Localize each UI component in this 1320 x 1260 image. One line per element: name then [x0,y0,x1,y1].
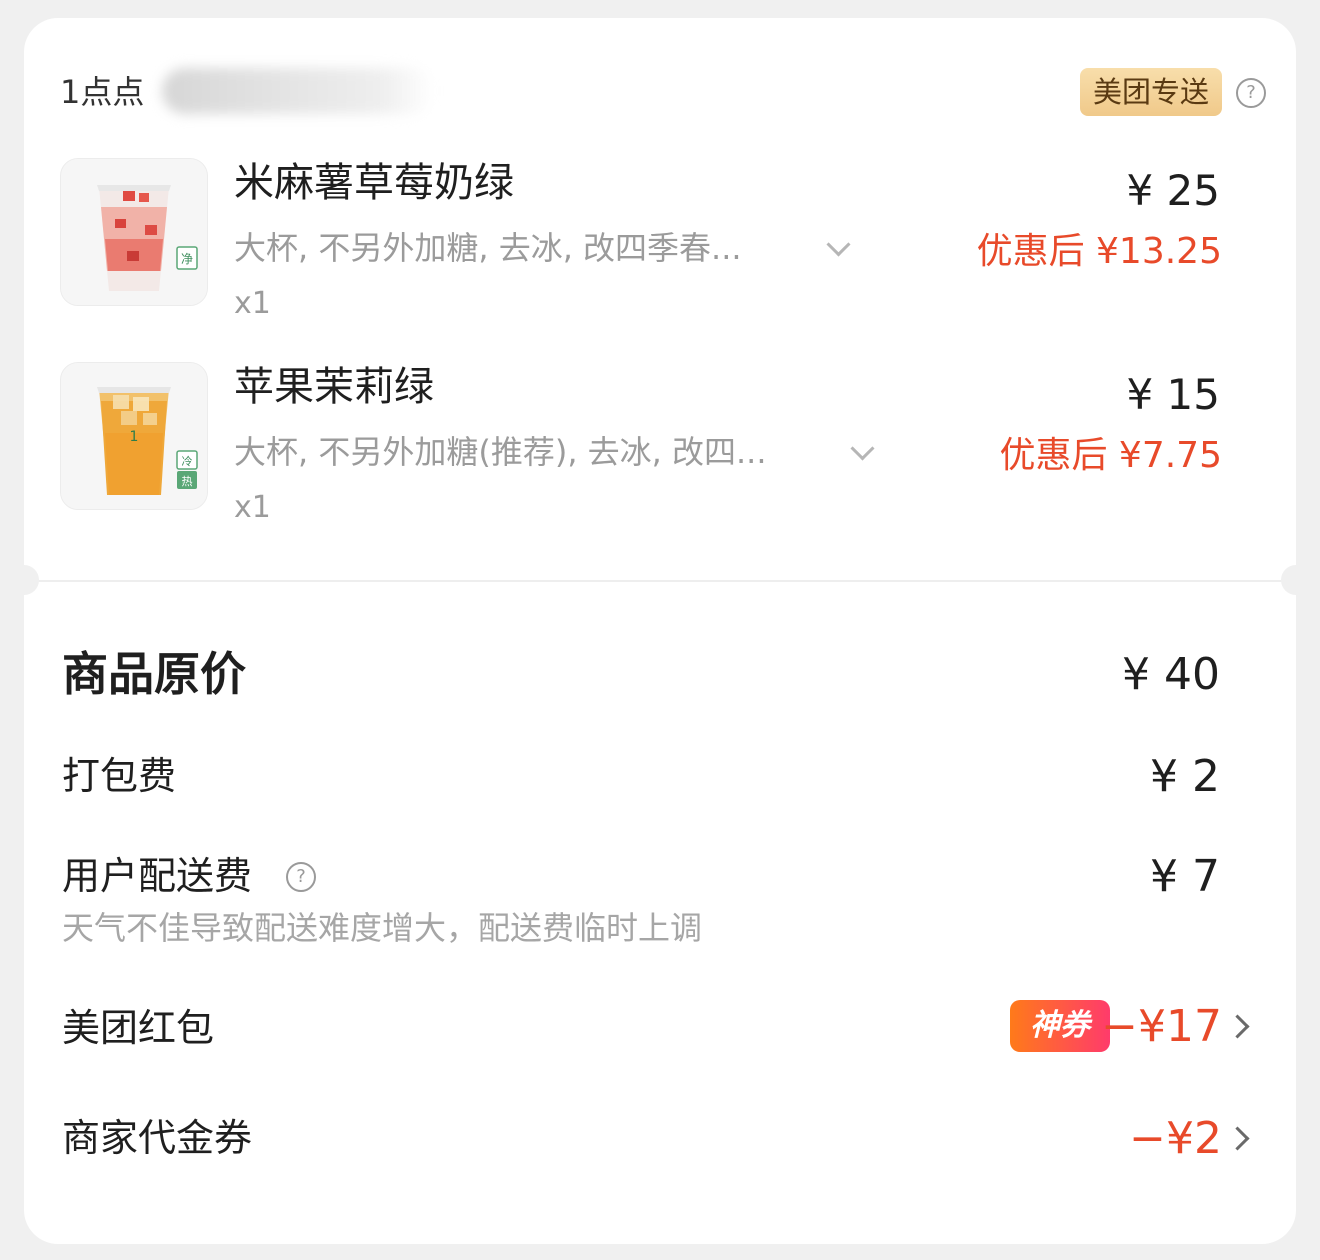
svg-text:净: 净 [181,252,193,266]
divider [24,580,1296,582]
item-quantity: x1 [234,286,271,321]
chevron-right-icon[interactable] [1225,1014,1250,1039]
svg-text:冷: 冷 [182,455,193,468]
chevron-right-icon[interactable] [1225,1126,1250,1151]
item-spec: 大杯, 不另外加糖(推荐), 去冰, 改四... [234,433,767,471]
order-detail-card: 1点点 美团专送 ? 净 米麻薯草莓奶绿 大杯, 不另外加糖, 去冰, 改四季春… [24,18,1296,1244]
item-title[interactable]: 苹果茉莉绿 [234,362,434,412]
super-coupon-badge: 神券 [1010,1000,1110,1052]
ticket-notch [24,565,39,595]
question-circle-icon[interactable]: ? [286,862,316,892]
product-image[interactable]: 净 [60,158,208,306]
svg-text:热: 热 [182,475,193,488]
item-title[interactable]: 米麻薯草莓奶绿 [234,158,514,208]
store-name[interactable]: 1点点 [60,72,144,112]
apple-jasmine-green-tea-image: 1 冷 热 [61,363,207,509]
red-packet-label: 美团红包 [62,1006,215,1050]
delivery-type-badge: 美团专送 [1080,68,1222,116]
item-discount-price: 优惠后 ¥13.25 [976,231,1222,272]
packing-fee-value: ¥ 2 [1150,751,1220,802]
item-spec: 大杯, 不另外加糖, 去冰, 改四季春... [234,229,742,267]
original-price-label: 商品原价 [62,647,246,701]
ticket-notch [1281,565,1296,595]
store-name-redacted [162,68,434,114]
merchant-voucher-label: 商家代金券 [62,1116,253,1160]
item-quantity: x1 [234,490,271,525]
red-packet-value[interactable]: −¥17 [1101,1000,1222,1054]
merchant-voucher-value[interactable]: −¥2 [1129,1112,1222,1166]
question-circle-icon[interactable]: ? [1236,78,1266,108]
strawberry-milk-green-tea-image: 净 [61,159,207,305]
item-price: ¥ 15 [1126,370,1220,419]
svg-text:1: 1 [130,429,139,445]
product-image[interactable]: 1 冷 热 [60,362,208,510]
delivery-fee-value: ¥ 7 [1150,851,1220,902]
original-price-value: ¥ 40 [1122,649,1220,700]
item-discount-price: 优惠后 ¥7.75 [999,435,1222,476]
item-price: ¥ 25 [1126,166,1220,215]
chevron-down-icon[interactable] [850,436,875,461]
chevron-down-icon[interactable] [826,232,851,257]
delivery-fee-label: 用户配送费 [62,854,253,898]
delivery-fee-note: 天气不佳导致配送难度增大，配送费临时上调 [62,909,703,947]
packing-fee-label: 打包费 [62,754,177,798]
